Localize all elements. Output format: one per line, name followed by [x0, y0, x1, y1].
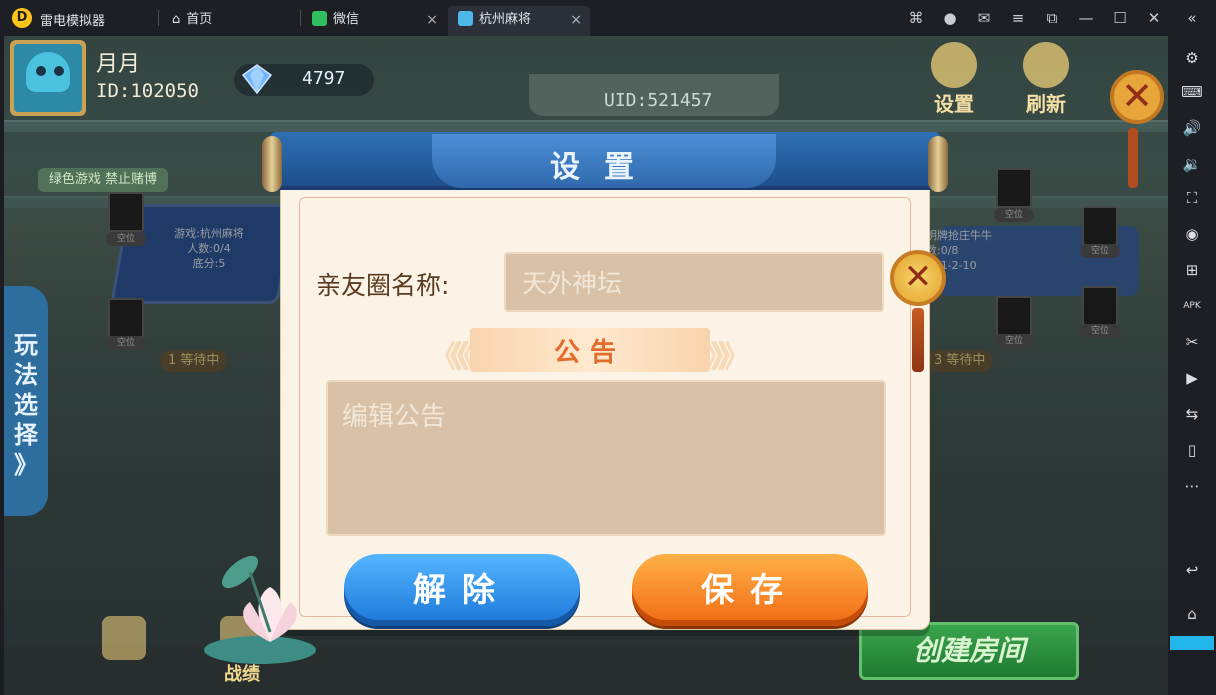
add-icon[interactable]: ⊞ [1180, 258, 1204, 282]
chevron-right-icon: 》 [14, 451, 38, 479]
notice-header: 《《《 公告 》》》 [430, 328, 750, 375]
tab-label: 微信 [333, 12, 360, 27]
refresh-button-label: 刷新 [1026, 92, 1066, 116]
shake-icon[interactable]: ▯ [1180, 438, 1204, 462]
close-icon[interactable]: ✕ [1144, 8, 1164, 28]
title-plate: 设置 [432, 134, 776, 188]
club-uid: UID:521457 [604, 90, 713, 111]
gamepad-icon[interactable]: ⌘ [906, 8, 926, 28]
scissors-icon[interactable]: ✂ [1180, 330, 1204, 354]
notice-label: 公告 [553, 338, 626, 368]
settings-dialog: 设置 亲友圈名称: 《《《 公告 》》》 解除 保存 ✕ [204, 132, 948, 664]
mode-tab-char: 玩 [14, 331, 38, 359]
save-button[interactable]: 保存 [632, 554, 868, 626]
members-icon [102, 616, 146, 660]
app-logo-icon: D [12, 8, 32, 28]
mahjong-app-icon [458, 11, 473, 26]
collapse-icon[interactable]: « [1182, 8, 1202, 28]
mail-icon[interactable]: ✉ [974, 8, 994, 28]
notice-field[interactable] [326, 380, 886, 536]
refresh-icon [1023, 42, 1069, 88]
dialog-close-button[interactable]: ✕ [890, 250, 946, 306]
screenshot-icon[interactable]: ⛶ [1180, 186, 1204, 210]
game-mode-tab[interactable]: 玩 法 选 择 》 [4, 286, 48, 516]
settings-user-icon [931, 42, 977, 88]
back-icon[interactable]: ↩ [1180, 558, 1204, 582]
game-viewport: 游戏:杭州麻将 人数:0/4 底分:5 空位 空位 1 等待中 明牌抢庄牛牛 数… [4, 36, 1168, 695]
scroll-roll-right [928, 136, 948, 192]
tab-wechat[interactable]: 微信 × [302, 6, 446, 36]
tassel-decoration [1128, 128, 1138, 188]
tab-divider [158, 10, 159, 26]
emulator-window: D 雷电模拟器 ⌂ 首页 微信 × 杭州麻将 × ⌘ ● ✉ ≡ ⧉ — ☐ ✕ … [0, 0, 1216, 695]
minimize-icon[interactable]: — [1076, 8, 1096, 28]
home-icon: ⌂ [172, 12, 181, 27]
volume-down-icon[interactable]: 🔉 [1180, 152, 1204, 176]
dialog-title: 设置 [550, 150, 658, 185]
play-icon[interactable]: ▶ [1180, 366, 1204, 390]
tab-mahjong[interactable]: 杭州麻将 × [448, 6, 590, 36]
lotus-decoration [204, 555, 316, 664]
scroll-roll-left [262, 136, 282, 192]
members-button[interactable] [94, 616, 154, 660]
avatar-eye [36, 66, 46, 76]
mode-tab-char: 选 [14, 391, 38, 419]
volume-up-icon[interactable]: 🔊 [1180, 116, 1204, 140]
mode-tab-char: 择 [14, 421, 38, 449]
dialog-title-banner: 设置 [262, 132, 948, 192]
club-name-label: 亲友圈名称: [316, 271, 450, 300]
tab-label: 首页 [186, 12, 213, 27]
more-icon[interactable]: ⋯ [1180, 474, 1204, 498]
tab-label: 杭州麻将 [479, 12, 532, 27]
gem-count: 4797 [302, 68, 346, 89]
keyboard-icon[interactable]: ⌨ [1180, 80, 1204, 104]
apk-icon[interactable]: APK [1180, 294, 1204, 318]
mode-tab-char: 法 [14, 361, 38, 389]
exit-button[interactable]: ✕ [1110, 70, 1164, 124]
account-icon[interactable]: ● [940, 8, 960, 28]
emulator-sidebar: ⚙ ⌨ 🔊 🔉 ⛶ ◉ ⊞ APK ✂ ▶ ⇆ ▯ ⋯ ↩ ⌂ [1168, 36, 1216, 695]
settings-button-label: 设置 [934, 92, 974, 116]
chevron-left-icon: 《《《 [430, 340, 474, 375]
chevron-right-icon: 》》》 [706, 340, 750, 375]
home-icon[interactable]: ⌂ [1180, 602, 1204, 626]
window-icon[interactable]: ⧉ [1042, 8, 1062, 28]
tab-divider [300, 10, 301, 26]
club-name-field[interactable] [504, 252, 884, 312]
settings-button[interactable]: 设置 [922, 42, 986, 116]
tassel-decoration [912, 308, 924, 372]
avatar-eye [54, 66, 64, 76]
close-icon[interactable]: × [426, 6, 438, 34]
maximize-icon[interactable]: ☐ [1110, 8, 1130, 28]
record-icon[interactable]: ◉ [1180, 222, 1204, 246]
settings-icon[interactable]: ⚙ [1180, 46, 1204, 70]
sync-icon[interactable]: ⇆ [1180, 402, 1204, 426]
tab-home[interactable]: ⌂ 首页 [162, 6, 298, 36]
wechat-icon [312, 11, 327, 26]
title-bar: D 雷电模拟器 ⌂ 首页 微信 × 杭州麻将 × ⌘ ● ✉ ≡ ⧉ — ☐ ✕ … [0, 0, 1216, 36]
close-icon[interactable]: × [570, 6, 582, 34]
menu-icon[interactable]: ≡ [1008, 8, 1028, 28]
sidebar-accent [1170, 636, 1214, 650]
diamond-icon [241, 64, 273, 95]
refresh-button[interactable]: 刷新 [1014, 42, 1078, 116]
release-button[interactable]: 解除 [344, 554, 580, 626]
app-name: 雷电模拟器 [40, 14, 106, 29]
player-name: 月月 [96, 52, 141, 77]
player-id: ID:102050 [96, 80, 199, 102]
avatar[interactable] [10, 40, 86, 116]
green-game-notice: 绿色游戏 禁止赌博 [38, 168, 168, 192]
avatar-image [14, 44, 82, 112]
